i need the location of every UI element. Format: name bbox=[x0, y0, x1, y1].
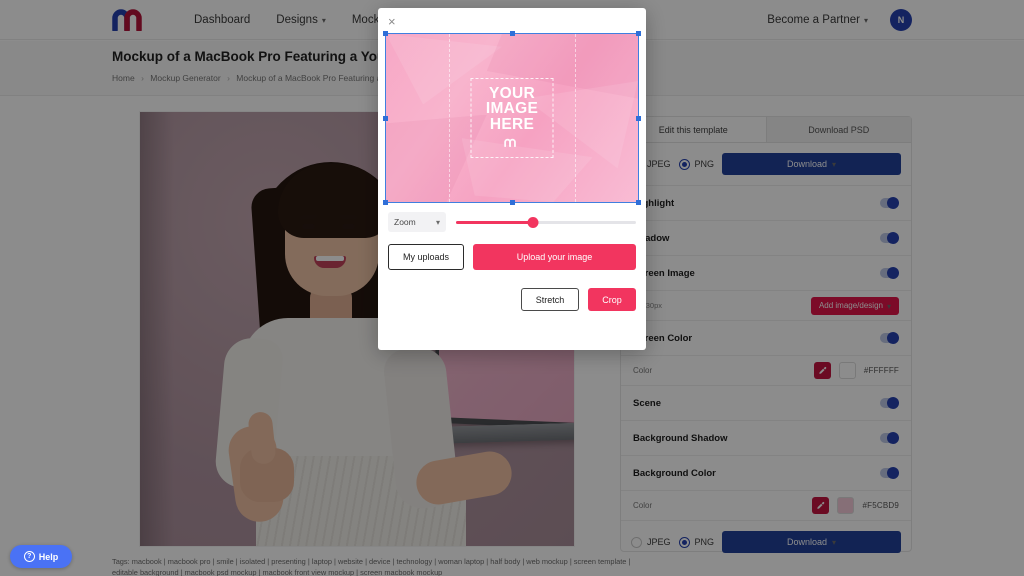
selection-handle-middle-left[interactable] bbox=[383, 115, 388, 121]
placeholder-line-3: HERE bbox=[489, 115, 535, 133]
upload-button-row: My uploads Upload your image bbox=[378, 232, 646, 270]
help-button[interactable]: ? Help bbox=[10, 545, 72, 568]
my-uploads-label: My uploads bbox=[403, 252, 450, 262]
fit-mode-button-row: Stretch Crop bbox=[378, 270, 646, 311]
image-preview-area[interactable]: YOUR IMAGE HERE bbox=[383, 31, 641, 205]
upload-image-modal: × YOUR IMAGE HERE Zoom ▾ My uploads Uplo… bbox=[378, 8, 646, 350]
zoom-select[interactable]: Zoom ▾ bbox=[388, 212, 446, 232]
placeit-watermark-icon bbox=[503, 135, 521, 151]
selection-handle-bottom-left[interactable] bbox=[383, 200, 388, 205]
zoom-control-row: Zoom ▾ bbox=[378, 202, 646, 232]
upload-your-image-button[interactable]: Upload your image bbox=[473, 244, 636, 270]
close-icon[interactable]: × bbox=[388, 15, 396, 28]
help-label: Help bbox=[38, 551, 59, 562]
selection-handle-top-left[interactable] bbox=[383, 31, 388, 36]
selection-handle-bottom-right[interactable] bbox=[636, 200, 641, 205]
app-root: Dashboard Designs ▾ Mockups ▾ Become a P… bbox=[0, 0, 1024, 576]
zoom-select-label: Zoom bbox=[394, 217, 416, 227]
stretch-label: Stretch bbox=[535, 294, 565, 305]
selection-handle-middle-right[interactable] bbox=[636, 115, 641, 121]
slider-fill bbox=[456, 220, 534, 224]
zoom-slider[interactable] bbox=[456, 215, 636, 229]
slider-thumb[interactable] bbox=[527, 216, 539, 228]
crop-button[interactable]: Crop bbox=[588, 288, 636, 311]
placeholder-line-2: IMAGE bbox=[485, 100, 539, 117]
question-mark-icon: ? bbox=[23, 551, 35, 562]
upload-label: Upload your image bbox=[516, 252, 593, 262]
chevron-down-icon: ▾ bbox=[435, 218, 440, 227]
stretch-button[interactable]: Stretch bbox=[521, 288, 579, 311]
selection-handle-bottom-center[interactable] bbox=[509, 200, 515, 205]
selection-handle-top-center[interactable] bbox=[509, 31, 515, 36]
image-placeholder-box: YOUR IMAGE HERE bbox=[470, 78, 554, 158]
selection-handle-top-right[interactable] bbox=[636, 31, 641, 36]
my-uploads-button[interactable]: My uploads bbox=[388, 244, 465, 270]
crop-label: Crop bbox=[602, 294, 622, 305]
placeholder-line-1: YOUR bbox=[489, 84, 535, 102]
